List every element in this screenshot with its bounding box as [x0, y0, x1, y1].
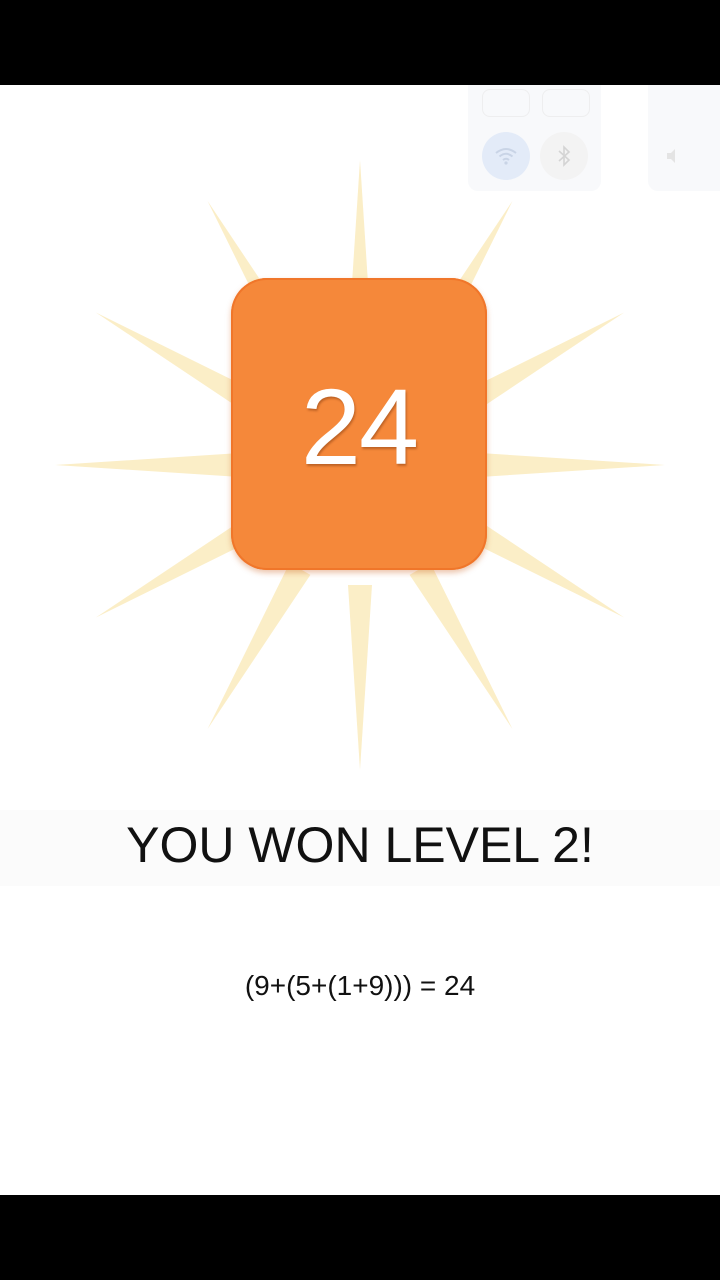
sun-ray: [207, 562, 311, 730]
win-message: YOU WON LEVEL 2!: [0, 810, 720, 886]
bottom-letterbox-bar: [0, 1195, 720, 1280]
game-screen: 24 YOU WON LEVEL 2! (9+(5+(1+9))) = 24: [0, 85, 720, 1195]
sun-ray: [480, 453, 665, 477]
number-tile: 24: [231, 278, 487, 570]
top-letterbox-bar: [0, 0, 720, 85]
solution-equation: (9+(5+(1+9))) = 24: [244, 970, 476, 1001]
tile-number: 24: [300, 365, 419, 487]
sun-ray: [409, 562, 513, 730]
sun-ray: [348, 585, 372, 770]
sun-ray: [55, 453, 240, 477]
